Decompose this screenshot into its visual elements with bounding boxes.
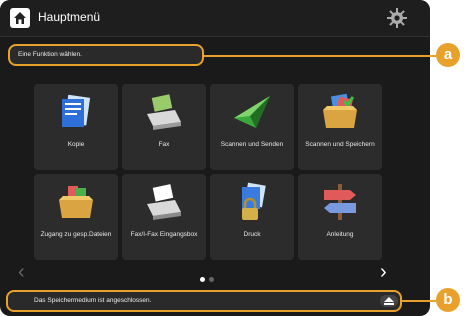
tile-fax-inbox[interactable]: Fax/I-Fax Eingangsbox xyxy=(122,174,206,260)
status-text: Das Speichermedium ist angeschlossen. xyxy=(34,297,152,304)
tile-label: Anleitung xyxy=(326,231,354,238)
message-text: Eine Funktion wählen. xyxy=(18,51,82,58)
page-dot-active xyxy=(200,277,205,282)
scan-store-icon xyxy=(323,93,357,128)
page-dot xyxy=(209,277,214,282)
page-indicator xyxy=(200,269,218,287)
stored-files-icon xyxy=(59,186,93,218)
callout-a: a xyxy=(436,43,460,67)
tile-label: Scannen und Speichern xyxy=(305,141,375,148)
tile-stored-files[interactable]: Zugang zu gesp.Dateien xyxy=(34,174,118,260)
callout-b-line xyxy=(402,300,436,302)
tile-label: Fax/I-Fax Eingangsbox xyxy=(130,231,198,238)
tile-fax[interactable]: Fax xyxy=(122,84,206,170)
home-icon[interactable] xyxy=(10,8,30,28)
title-bar: Hauptmenü xyxy=(0,0,430,37)
tile-copy[interactable]: Kopie xyxy=(34,84,118,170)
status-bar: Das Speichermedium ist angeschlossen. xyxy=(6,290,402,312)
callout-b: b xyxy=(436,288,460,312)
scan-send-icon xyxy=(234,96,270,128)
eject-button[interactable] xyxy=(380,295,398,307)
tile-label: Zugang zu gesp.Dateien xyxy=(40,231,112,238)
eject-icon xyxy=(384,297,394,305)
tile-label: Fax xyxy=(158,141,170,148)
control-panel-screen: Hauptmenü Eine Funktion wählen. Kopie Fa… xyxy=(0,0,430,316)
next-page-button[interactable]: › xyxy=(380,262,387,282)
fax-inbox-icon xyxy=(147,184,181,220)
tile-label: Scannen und Senden xyxy=(220,141,284,148)
tile-scan-store[interactable]: Scannen und Speichern xyxy=(298,84,382,170)
copy-icon xyxy=(62,94,91,127)
tile-label: Druck xyxy=(243,231,261,238)
gear-icon[interactable] xyxy=(386,7,408,29)
guide-icon xyxy=(324,184,356,220)
tile-guide[interactable]: Anleitung xyxy=(298,174,382,260)
tile-label: Kopie xyxy=(67,141,85,148)
fax-icon xyxy=(147,94,181,130)
app-title: Hauptmenü xyxy=(38,10,101,24)
tile-print[interactable]: Druck xyxy=(210,174,294,260)
message-bar: Eine Funktion wählen. xyxy=(8,44,204,66)
print-icon xyxy=(242,182,266,220)
previous-page-button[interactable]: ‹ xyxy=(18,262,25,282)
callout-a-line xyxy=(204,55,436,57)
tile-scan-send[interactable]: Scannen und Senden xyxy=(210,84,294,170)
